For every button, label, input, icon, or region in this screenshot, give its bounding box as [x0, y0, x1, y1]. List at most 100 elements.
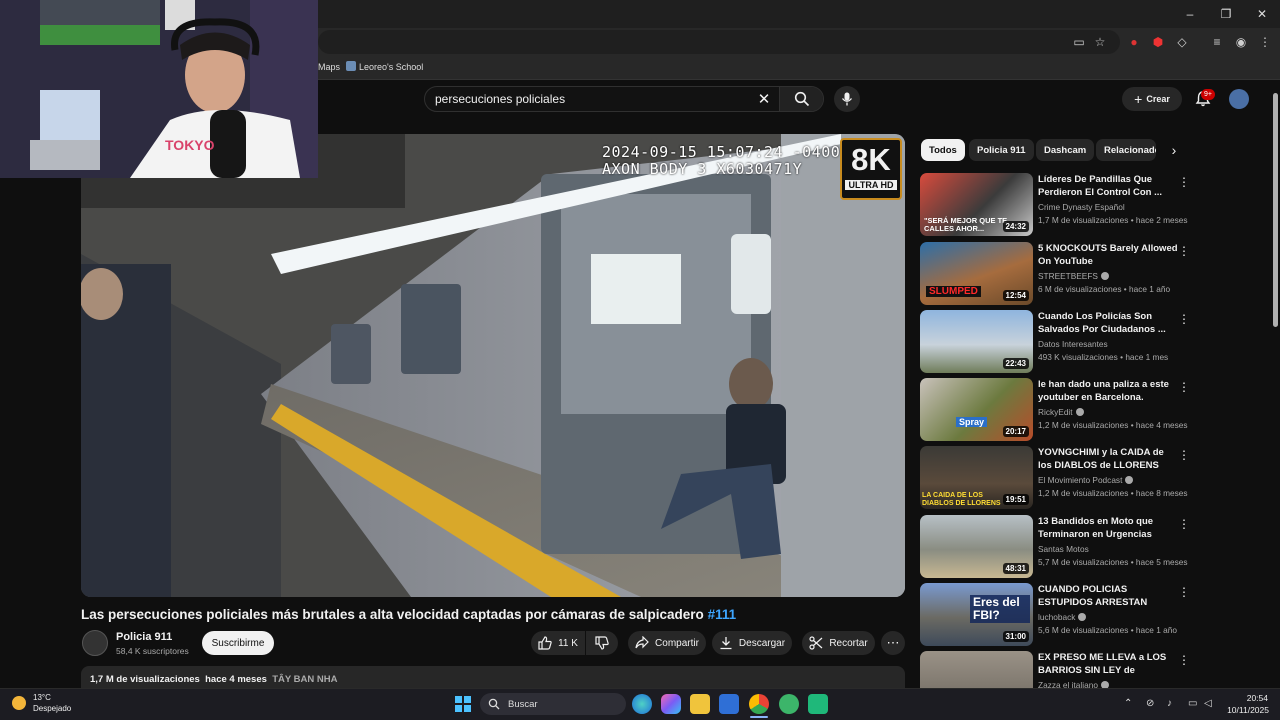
related-title[interactable]: YOVNGCHIMI y la CAIDA de los DIABLOS de …: [1038, 446, 1180, 472]
kebab-menu-icon[interactable]: ⋮: [1178, 517, 1190, 531]
related-thumbnail[interactable]: [920, 651, 1033, 688]
related-channel[interactable]: luchoback: [1038, 612, 1075, 622]
related-channel[interactable]: Santas Motos: [1038, 544, 1180, 554]
extension-red-icon[interactable]: ●: [1126, 34, 1142, 50]
like-button[interactable]: 11 K: [531, 631, 585, 655]
related-title[interactable]: le han dado una paliza a este youtuber e…: [1038, 378, 1180, 404]
taskbar-search[interactable]: Buscar: [480, 693, 626, 715]
search-input[interactable]: persecuciones policiales: [435, 92, 749, 106]
kebab-menu-icon[interactable]: ⋮: [1178, 380, 1190, 394]
related-title[interactable]: 5 KNOCKOUTS Barely Allowed On YouTube: [1038, 242, 1180, 268]
related-thumbnail[interactable]: "SERÁ MEJOR QUE TE CALLES AHOR... 24:32: [920, 173, 1033, 236]
related-video-3[interactable]: 22:43 Cuando Los Policías Son Salvados P…: [920, 310, 1190, 374]
chip-policia-911[interactable]: Policia 911: [969, 139, 1034, 161]
bookmark-star-icon[interactable]: ☆: [1092, 34, 1108, 50]
chip-todos[interactable]: Todos: [921, 139, 965, 161]
kebab-menu-icon[interactable]: ⋮: [1178, 585, 1190, 599]
voice-search-button[interactable]: [834, 86, 860, 112]
extensions-icon[interactable]: ◇: [1174, 34, 1190, 50]
chip-relacionado[interactable]: Relacionado: [1096, 139, 1156, 161]
related-title[interactable]: 13 Bandidos en Moto que Terminaron en Ur…: [1038, 515, 1180, 541]
store-app-icon[interactable]: [719, 694, 739, 714]
download-button[interactable]: Descargar: [712, 631, 792, 655]
bookmark-maps[interactable]: Maps: [318, 62, 340, 72]
kebab-menu-icon[interactable]: ⋮: [1178, 448, 1190, 462]
browser-menu-icon[interactable]: ⋮: [1257, 34, 1273, 50]
related-video-7[interactable]: Eres del FBI? 31:00 CUANDO POLICIAS ESTU…: [920, 583, 1190, 647]
bookmark-leoreos-school[interactable]: Leoreo's School: [359, 62, 423, 72]
related-thumbnail[interactable]: Spray 20:17: [920, 378, 1033, 441]
more-actions-button[interactable]: ⋯: [881, 631, 905, 655]
related-video-8[interactable]: EX PRESO ME LLEVA a LOS BARRIOS SIN LEY …: [920, 651, 1190, 688]
related-video-6[interactable]: 48:31 13 Bandidos en Moto que Terminaron…: [920, 515, 1190, 579]
tray-chevron-icon[interactable]: ⌃: [1124, 698, 1132, 709]
related-thumbnail[interactable]: 22:43: [920, 310, 1033, 373]
related-channel[interactable]: STREETBEEFS: [1038, 271, 1098, 281]
edge-app-icon[interactable]: [632, 694, 652, 714]
related-thumbnail[interactable]: SLUMPED 12:54: [920, 242, 1033, 305]
address-bar[interactable]: [318, 30, 1120, 54]
related-title[interactable]: EX PRESO ME LLEVA a LOS BARRIOS SIN LEY …: [1038, 651, 1180, 677]
tray-mic-icon[interactable]: ♪: [1167, 698, 1172, 709]
kebab-menu-icon[interactable]: ⋮: [1178, 244, 1190, 258]
weather-moon-icon[interactable]: [12, 696, 26, 710]
tray-volume-icon[interactable]: ◁: [1204, 698, 1212, 709]
kebab-menu-icon[interactable]: ⋮: [1178, 175, 1190, 189]
kebab-menu-icon[interactable]: ⋮: [1178, 312, 1190, 326]
chrome-app-icon[interactable]: [749, 694, 769, 714]
minimize-button[interactable]: –: [1172, 0, 1208, 28]
taskbar-date[interactable]: 10/11/2025: [1225, 705, 1269, 715]
share-button[interactable]: Compartir: [628, 631, 706, 655]
tray-display-icon[interactable]: ▭: [1188, 698, 1197, 709]
extension-adblock-icon[interactable]: ⬢: [1150, 34, 1166, 50]
video-hashtag[interactable]: #111: [708, 607, 737, 622]
green-app-icon[interactable]: [779, 694, 799, 714]
related-title[interactable]: Cuando Los Policías Son Salvados Por Ciu…: [1038, 310, 1180, 336]
related-channel[interactable]: Zazza el italiano: [1038, 680, 1098, 688]
related-video-1[interactable]: "SERÁ MEJOR QUE TE CALLES AHOR... 24:32 …: [920, 173, 1190, 237]
search-box[interactable]: persecuciones policiales ✕: [424, 86, 824, 112]
related-thumbnail[interactable]: LA CAIDA DE LOS DIABLOS DE LLORENS 19:51: [920, 446, 1033, 509]
media-control-icon[interactable]: ≡: [1209, 34, 1225, 50]
maximize-button[interactable]: ❐: [1208, 0, 1244, 28]
weather-temperature[interactable]: 13°C: [33, 693, 51, 702]
related-channel[interactable]: Datos Interesantes: [1038, 339, 1180, 349]
file-explorer-icon[interactable]: [690, 694, 710, 714]
profile-icon[interactable]: ◉: [1233, 34, 1249, 50]
video-title: Las persecuciones policiales más brutale…: [81, 607, 901, 622]
related-thumbnail[interactable]: 48:31: [920, 515, 1033, 578]
channel-name[interactable]: Policia 911: [116, 631, 172, 643]
kebab-menu-icon[interactable]: ⋮: [1178, 653, 1190, 667]
search-button[interactable]: [779, 87, 823, 111]
chip-dashcam[interactable]: Dashcam: [1036, 139, 1095, 161]
chips-next-icon[interactable]: ›: [1164, 140, 1184, 160]
tray-network-off-icon[interactable]: ⊘: [1146, 698, 1154, 709]
related-video-2[interactable]: SLUMPED 12:54 5 KNOCKOUTS Barely Allowed…: [920, 242, 1190, 306]
related-channel[interactable]: El Movimiento Podcast: [1038, 475, 1122, 485]
close-window-button[interactable]: ✕: [1244, 0, 1280, 28]
weather-description[interactable]: Despejado: [33, 704, 71, 713]
related-channel[interactable]: Crime Dynasty Español: [1038, 202, 1180, 212]
account-avatar[interactable]: [1229, 89, 1249, 109]
channel-avatar[interactable]: [82, 630, 108, 656]
windows-start-icon[interactable]: [455, 696, 471, 712]
description-box[interactable]: 1,7 M de visualizaciones hace 4 meses TÂ…: [81, 666, 905, 690]
scrollbar-thumb[interactable]: [1273, 93, 1278, 327]
create-button[interactable]: + Crear: [1122, 87, 1182, 111]
clear-search-icon[interactable]: ✕: [749, 90, 779, 108]
taskbar-time[interactable]: 20:54: [1246, 693, 1268, 703]
related-title[interactable]: Líderes De Pandillas Que Perdieron El Co…: [1038, 173, 1180, 199]
related-video-5[interactable]: LA CAIDA DE LOS DIABLOS DE LLORENS 19:51…: [920, 446, 1190, 510]
related-title[interactable]: CUANDO POLICIAS ESTUPIDOS ARRESTAN AGENT…: [1038, 583, 1180, 609]
related-thumbnail[interactable]: Eres del FBI? 31:00: [920, 583, 1033, 646]
related-video-4[interactable]: Spray 20:17 le han dado una paliza a est…: [920, 378, 1190, 442]
copilot-app-icon[interactable]: [661, 694, 681, 714]
cast-icon[interactable]: ▭: [1071, 34, 1087, 50]
clip-button[interactable]: Recortar: [802, 631, 875, 655]
streaming-app-icon[interactable]: [808, 694, 828, 714]
dislike-button[interactable]: [586, 631, 618, 655]
video-player[interactable]: [81, 134, 905, 597]
subscribe-button[interactable]: Suscribirme: [202, 631, 274, 655]
related-channel[interactable]: RickyEdit: [1038, 407, 1073, 417]
quality-badge-main: 8K: [851, 142, 891, 177]
